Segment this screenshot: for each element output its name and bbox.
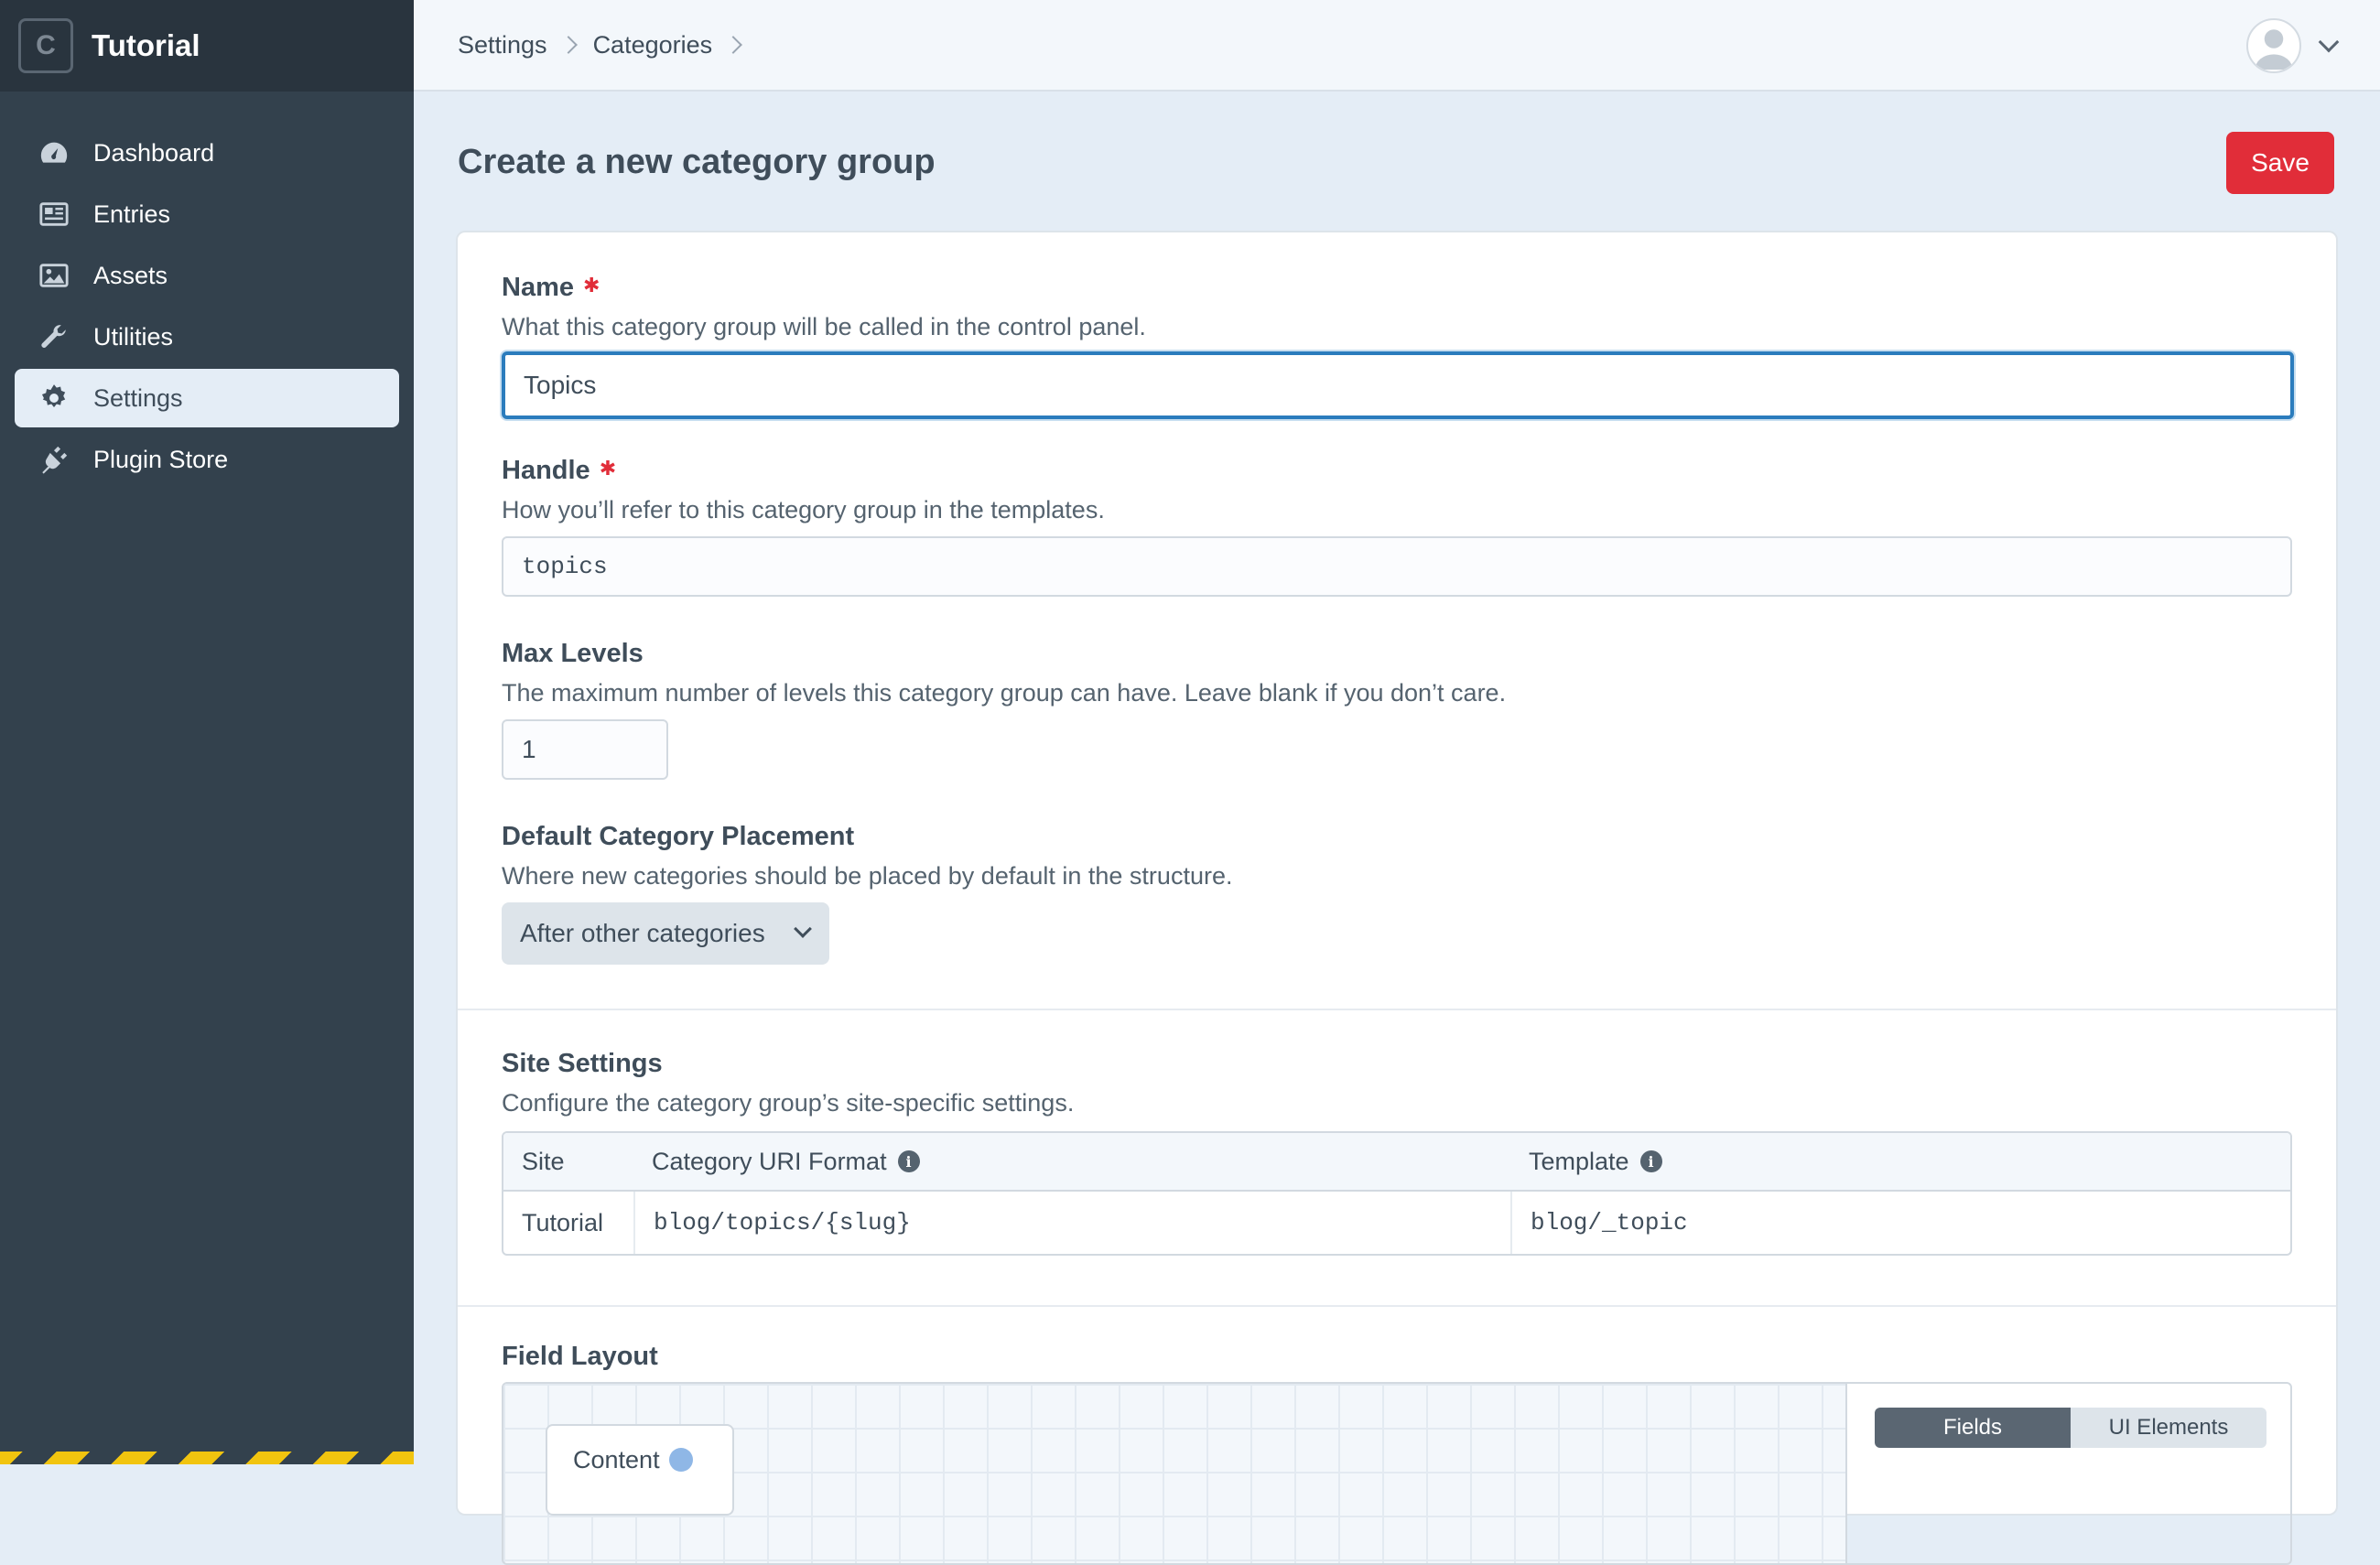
newspaper-icon	[38, 199, 70, 230]
breadcrumb-settings[interactable]: Settings	[458, 31, 547, 59]
field-layout-designer: Content Fields UI Elements	[502, 1382, 2292, 1565]
layout-sidebar-tabs: Fields UI Elements	[1875, 1408, 2266, 1448]
nav-item-plugin-store[interactable]: Plugin Store	[15, 430, 399, 489]
site-settings-description: Configure the category group’s site-spec…	[502, 1089, 1075, 1117]
info-icon[interactable]: i	[897, 1150, 920, 1172]
section-divider	[458, 1305, 2336, 1307]
nav-item-utilities[interactable]: Utilities	[15, 308, 399, 366]
max-levels-description: The maximum number of levels this catego…	[502, 679, 1507, 707]
image-icon	[38, 260, 70, 291]
field-layout-label: Field Layout	[502, 1342, 658, 1371]
avatar	[2246, 18, 2301, 73]
top-bar: Settings Categories	[414, 0, 2380, 92]
nav-label: Settings	[93, 383, 183, 412]
gear-icon	[38, 383, 70, 414]
table-header: Site Category URI Format i Template i	[503, 1133, 2290, 1192]
max-levels-label: Max Levels	[502, 639, 644, 668]
column-template: Template i	[1510, 1133, 2290, 1190]
tab-ui-elements[interactable]: UI Elements	[2071, 1408, 2266, 1448]
tab-fields[interactable]: Fields	[1875, 1408, 2071, 1448]
placement-select-value: After other categories	[520, 919, 765, 947]
placement-select[interactable]: After other categories	[502, 902, 829, 965]
nav-label: Plugin Store	[93, 445, 229, 473]
nav-item-entries[interactable]: Entries	[15, 185, 399, 243]
name-label: Name ✱	[502, 273, 600, 303]
gear-icon[interactable]	[668, 1448, 693, 1472]
layout-grid: Content	[503, 1384, 1847, 1563]
nav-label: Entries	[93, 200, 171, 228]
table-row: Tutorial blog/topics/{slug} blog/_topic	[503, 1192, 2290, 1254]
max-levels-input[interactable]: 1	[502, 719, 668, 780]
settings-form: Name ✱ What this category group will be c…	[458, 232, 2336, 1565]
site-settings-label: Site Settings	[502, 1049, 663, 1078]
save-button[interactable]: Save	[2226, 132, 2334, 194]
site-settings-table: Site Category URI Format i Template i Tuto…	[502, 1131, 2292, 1256]
column-uri-format-text: Category URI Format	[652, 1147, 887, 1175]
column-site: Site	[522, 1147, 565, 1175]
name-label-text: Name	[502, 273, 574, 302]
section-divider	[458, 1009, 2336, 1010]
column-template-text: Template	[1529, 1147, 1629, 1175]
chevron-right-icon	[724, 36, 743, 54]
nav-item-assets[interactable]: Assets	[15, 246, 399, 305]
template-input[interactable]: blog/_topic	[1510, 1192, 2290, 1254]
required-icon: ✱	[583, 274, 600, 297]
handle-label-text: Handle	[502, 456, 590, 485]
main-nav: Dashboard Entries Assets Utilities Setti…	[0, 124, 414, 489]
dev-mode-stripes	[0, 1452, 414, 1464]
site-name-cell: Tutorial	[522, 1208, 604, 1236]
info-icon[interactable]: i	[1639, 1150, 1662, 1172]
name-input[interactable]: Topics	[502, 351, 2294, 419]
plug-icon	[38, 444, 70, 475]
handle-label: Handle ✱	[502, 456, 616, 486]
uri-format-input[interactable]: blog/topics/{slug}	[633, 1192, 1510, 1254]
placement-label: Default Category Placement	[502, 822, 855, 851]
handle-input[interactable]: topics	[502, 536, 2292, 597]
handle-description: How you’ll refer to this category group …	[502, 496, 1105, 523]
required-icon: ✱	[599, 457, 617, 480]
chevron-down-icon	[2318, 31, 2340, 53]
wrench-icon	[38, 321, 70, 352]
nav-item-dashboard[interactable]: Dashboard	[15, 124, 399, 182]
dashboard-icon	[38, 137, 70, 168]
nav-label: Assets	[93, 261, 168, 289]
site-header[interactable]: C Tutorial	[0, 0, 414, 92]
nav-label: Dashboard	[93, 138, 215, 167]
site-name: Tutorial	[92, 28, 200, 62]
layout-tab-content[interactable]: Content	[546, 1424, 734, 1516]
chevron-down-icon	[793, 920, 812, 938]
sidebar: C Tutorial Dashboard Entries Assets Util…	[0, 0, 414, 1464]
page-title: Create a new category group	[458, 143, 936, 181]
name-description: What this category group will be called …	[502, 313, 1146, 340]
nav-label: Utilities	[93, 322, 174, 351]
placement-description: Where new categories should be placed by…	[502, 862, 1233, 890]
user-menu[interactable]	[2246, 18, 2340, 73]
site-logo-icon: C	[18, 18, 73, 73]
chevron-right-icon	[558, 36, 578, 54]
nav-item-settings[interactable]: Settings	[15, 369, 399, 427]
layout-tab-name: Content	[573, 1446, 660, 1473]
breadcrumb-categories[interactable]: Categories	[593, 31, 713, 59]
column-uri-format: Category URI Format i	[633, 1133, 1510, 1190]
